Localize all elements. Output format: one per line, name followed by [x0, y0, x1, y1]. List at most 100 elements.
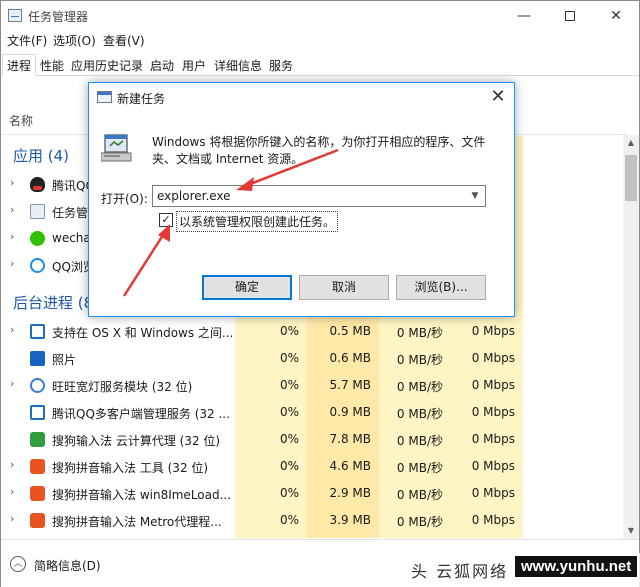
apps-group-title: 应用 (4) [13, 147, 70, 165]
sogou-icon [30, 486, 45, 501]
chevron-right-icon[interactable]: › [10, 257, 14, 270]
tab-strip: 进程 性能 应用历史记录 启动 用户 详细信息 服务 [1, 52, 639, 76]
menu-bar: 文件(F) 选项(O) 查看(V) [1, 30, 639, 50]
browse-button[interactable]: 浏览(B)... [396, 275, 486, 300]
run-window-icon [97, 91, 112, 103]
disk-value: 0 MB/秒 [396, 434, 443, 448]
cpu-value: 0% [279, 486, 299, 500]
table-row[interactable]: › 搜狗拼音输入法 工具 (32 位) 0% 4.6 MB 0 MB/秒 0 M… [1, 453, 627, 480]
process-name: 搜狗输入法 云计算代理 (32 位) [52, 434, 221, 448]
menu-options[interactable]: 选项(O) [53, 32, 96, 49]
ok-button[interactable]: 确定 [202, 275, 292, 300]
cpu-value: 0% [279, 405, 299, 419]
fewer-details-link[interactable]: 简略信息(D) [34, 557, 101, 574]
vertical-scrollbar[interactable]: ▲ ▼ [623, 135, 639, 539]
task-manager-icon [8, 9, 22, 22]
disk-value: 0 MB/秒 [396, 380, 443, 394]
maximize-icon [565, 10, 575, 21]
tab-users[interactable]: 用户 [177, 54, 211, 76]
chevron-right-icon[interactable]: › [10, 485, 14, 498]
scroll-down-icon[interactable]: ▼ [623, 523, 639, 539]
close-button[interactable]: ✕ [593, 1, 639, 30]
title-bar[interactable]: 任务管理器 — ✕ [1, 1, 639, 30]
process-name: 腾讯QQ多客户端管理服务 (32 ... [52, 407, 230, 421]
cpu-value: 0% [279, 351, 299, 365]
cpu-value: 0% [279, 459, 299, 473]
run-new-task-dialog: 新建任务 ✕ Windows 将根据你所键入的名称，为你打开相应的程序、文件夹、… [88, 82, 515, 317]
network-value: 0 Mbps [471, 405, 515, 419]
table-row[interactable]: › 搜狗拼音输入法 Metro代理程... 0% 3.9 MB 0 MB/秒 0… [1, 507, 627, 534]
memory-value: 3.9 MB [329, 513, 371, 527]
chevron-right-icon[interactable]: › [10, 377, 14, 390]
tab-services[interactable]: 服务 [264, 54, 298, 76]
network-value: 0 Mbps [471, 432, 515, 446]
close-icon[interactable]: ✕ [486, 85, 510, 109]
chevron-down-icon[interactable]: ▼ [466, 188, 484, 204]
process-name: 旺旺宽灯服务模块 (32 位) [52, 380, 193, 394]
network-value: 0 Mbps [471, 324, 515, 338]
network-value: 0 Mbps [471, 513, 515, 527]
chevron-right-icon[interactable]: › [10, 512, 14, 525]
maximize-button[interactable] [547, 1, 593, 30]
network-value: 0 Mbps [471, 459, 515, 473]
table-row[interactable]: › 支持在 OS X 和 Windows 之间... 0% 0.5 MB 0 M… [1, 318, 627, 345]
minimize-icon: — [517, 7, 531, 24]
qq-service-icon [30, 405, 45, 420]
chevron-right-icon[interactable]: › [10, 323, 14, 336]
menu-file[interactable]: 文件(F) [7, 32, 47, 49]
chevron-right-icon[interactable]: › [10, 176, 14, 189]
sogou-icon [30, 459, 45, 474]
process-name: 搜狗拼音输入法 Metro代理程... [52, 515, 222, 529]
table-row[interactable]: 照片 0% 0.6 MB 0 MB/秒 0 Mbps [1, 345, 627, 372]
open-combobox[interactable]: ▼ [152, 185, 486, 207]
chevron-right-icon[interactable]: › [10, 230, 14, 243]
scroll-thumb[interactable] [625, 155, 637, 201]
watermark: 头 云狐网络 www.yunhu.net [405, 553, 640, 587]
dialog-title-bar[interactable]: 新建任务 ✕ [89, 83, 514, 113]
disk-value: 0 MB/秒 [396, 515, 443, 529]
network-value: 0 Mbps [471, 378, 515, 392]
minimize-button[interactable]: — [501, 1, 547, 30]
tab-performance[interactable]: 性能 [35, 54, 69, 76]
sogou-cloud-icon [30, 432, 45, 447]
tab-processes[interactable]: 进程 [2, 54, 37, 76]
process-name: 支持在 OS X 和 Windows 之间... [52, 326, 234, 340]
disk-value: 0 MB/秒 [396, 461, 443, 475]
memory-value: 0.6 MB [329, 351, 371, 365]
qq-penguin-icon [30, 177, 45, 192]
admin-checkbox[interactable]: ✓ [159, 213, 173, 227]
tab-app-history[interactable]: 应用历史记录 [66, 54, 148, 76]
memory-value: 5.7 MB [329, 378, 371, 392]
window-title: 任务管理器 [28, 10, 89, 24]
memory-value: 4.6 MB [329, 459, 371, 473]
menu-view[interactable]: 查看(V) [103, 32, 145, 49]
memory-value: 0.5 MB [329, 324, 371, 338]
table-row[interactable]: 腾讯QQ多客户端管理服务 (32 ... 0% 0.9 MB 0 MB/秒 0 … [1, 399, 627, 426]
table-row[interactable]: 搜狗输入法 云计算代理 (32 位) 0% 7.8 MB 0 MB/秒 0 Mb… [1, 426, 627, 453]
wechat-icon [30, 231, 45, 246]
column-name-header[interactable]: 名称 [9, 112, 33, 129]
memory-value: 0.9 MB [329, 405, 371, 419]
sogou-icon [30, 513, 45, 528]
table-row[interactable]: › 旺旺宽灯服务模块 (32 位) 0% 5.7 MB 0 MB/秒 0 Mbp… [1, 372, 627, 399]
gear-service-icon [30, 378, 45, 393]
chevron-right-icon[interactable]: › [10, 458, 14, 471]
memory-value: 2.9 MB [329, 486, 371, 500]
admin-checkbox-label[interactable]: 以系统管理权限创建此任务。 [176, 211, 339, 232]
disk-value: 0 MB/秒 [396, 326, 443, 340]
scroll-up-icon[interactable]: ▲ [623, 135, 639, 151]
tab-details[interactable]: 详细信息 [209, 54, 267, 76]
dialog-description: Windows 将根据你所键入的名称，为你打开相应的程序、文件夹、文档或 Int… [152, 135, 486, 166]
tab-startup[interactable]: 启动 [145, 54, 179, 76]
chevron-up-icon[interactable]: ︿ [10, 556, 26, 572]
run-program-icon [101, 134, 132, 162]
network-value: 0 Mbps [471, 351, 515, 365]
network-value: 0 Mbps [471, 486, 515, 500]
open-input[interactable] [157, 188, 457, 204]
disk-value: 0 MB/秒 [396, 353, 443, 367]
cancel-button[interactable]: 取消 [299, 275, 389, 300]
chevron-right-icon[interactable]: › [10, 203, 14, 216]
cpu-value: 0% [279, 432, 299, 446]
table-row[interactable]: › 搜狗拼音输入法 win8ImeLoad... 0% 2.9 MB 0 MB/… [1, 480, 627, 507]
dialog-title: 新建任务 [117, 92, 166, 106]
